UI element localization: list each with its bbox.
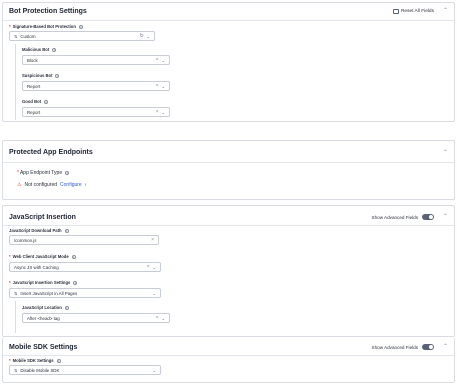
info-icon[interactable]: i xyxy=(55,73,60,78)
advanced-fields-toggle-row: Show Advanced Fields xyxy=(372,214,434,220)
web-mode-label: * Web Client JavaScript Mode i xyxy=(9,254,76,259)
info-icon[interactable]: i xyxy=(64,228,69,233)
info-icon[interactable]: i xyxy=(56,358,61,363)
chevron-down-icon[interactable]: ⌄ xyxy=(162,84,165,89)
advanced-fields-label: Show Advanced Fields xyxy=(371,214,418,220)
info-icon[interactable]: i xyxy=(78,24,83,29)
reset-all-fields-button[interactable]: Reset All Fields xyxy=(392,9,434,14)
signature-label: * Signature-Based Bot Protection i xyxy=(9,24,83,29)
group-line xyxy=(15,301,16,333)
bot-protection-title: Bot Protection Settings xyxy=(9,8,87,15)
configure-link[interactable]: Configure xyxy=(60,182,82,188)
mobile-sdk-settings-label: * Mobile SDK Settings i xyxy=(9,358,61,363)
divider xyxy=(3,225,454,226)
js-location-select[interactable]: After <head> tag × ⌄ xyxy=(22,313,170,323)
warning-icon: ⚠ xyxy=(17,182,22,188)
good-label: Good Bot i xyxy=(22,99,49,104)
suspicious-label: Suspicious Bot i xyxy=(22,73,60,78)
insertion-settings-select[interactable]: ⇅ Insert JavaScript in All Pages ⌄ xyxy=(9,288,161,298)
clear-icon[interactable]: × xyxy=(156,83,159,89)
download-path-value: /common.js xyxy=(14,237,37,243)
mobile-sdk-panel: Mobile SDK Settings Show Advanced Fields… xyxy=(2,338,455,383)
chevron-down-icon[interactable]: ⌄ xyxy=(153,265,156,270)
info-icon[interactable]: i xyxy=(52,47,57,52)
endpoint-type-label: * App Endpoint Type i xyxy=(17,170,70,176)
collapse-icon[interactable]: ⌃ xyxy=(443,149,448,156)
collapse-icon[interactable]: ⌃ xyxy=(443,213,448,220)
endpoints-panel: Protected App Endpoints ⌃ * App Endpoint … xyxy=(2,140,455,200)
info-icon[interactable]: i xyxy=(71,254,76,259)
web-mode-select[interactable]: Async JS with Caching × ⌄ xyxy=(9,262,161,272)
insertion-settings-value: Insert JavaScript in All Pages xyxy=(20,290,78,296)
chevron-down-icon[interactable]: ⌄ xyxy=(162,58,165,63)
mobile-sdk-title: Mobile SDK Settings xyxy=(9,344,78,351)
advanced-fields-label: Show Advanced Fields xyxy=(371,344,418,350)
signature-value: Custom xyxy=(20,33,36,39)
advanced-fields-toggle-row: Show Advanced Fields xyxy=(372,344,434,350)
info-icon[interactable]: i xyxy=(44,99,49,104)
collapse-icon[interactable]: ⌃ xyxy=(443,343,448,350)
info-icon[interactable]: i xyxy=(65,171,70,175)
endpoint-status: Not configured xyxy=(24,182,58,188)
endpoint-status-row: ⚠ Not configured Configure › xyxy=(17,182,86,188)
mobile-sdk-value: Disable Mobile SDK xyxy=(20,367,60,373)
sort-icon: ⇅ xyxy=(14,33,18,39)
mobile-sdk-select[interactable]: ⇅ Disable Mobile SDK ⌄ xyxy=(9,365,161,375)
chevron-down-icon[interactable]: ⌄ xyxy=(162,110,165,115)
js-insertion-title: JavaScript Insertion xyxy=(9,214,76,221)
js-location-value: After <head> tag xyxy=(27,315,60,321)
malicious-label: Malicious Bot i xyxy=(22,47,57,52)
malicious-value: Block xyxy=(27,57,38,63)
suspicious-select[interactable]: Report × ⌄ xyxy=(22,81,170,91)
divider xyxy=(3,162,454,163)
group-line xyxy=(15,44,16,120)
reset-all-fields-label: Reset All Fields xyxy=(400,9,434,14)
info-icon[interactable]: i xyxy=(64,305,69,310)
advanced-fields-toggle[interactable] xyxy=(422,344,434,350)
sort-icon: ⇅ xyxy=(14,290,18,296)
advanced-fields-toggle[interactable] xyxy=(422,214,434,220)
signature-select[interactable]: ⇅ Custom ↻ ⌄ xyxy=(9,31,155,41)
bot-protection-panel: Bot Protection Settings Reset All Fields… xyxy=(2,2,455,122)
clear-icon[interactable]: × xyxy=(156,57,159,63)
chevron-down-icon[interactable]: ⌄ xyxy=(153,291,156,296)
js-insertion-panel: JavaScript Insertion Show Advanced Field… xyxy=(2,205,455,337)
clear-icon[interactable]: × xyxy=(147,264,150,270)
reset-icon xyxy=(392,9,399,14)
download-path-label: JavaScript Download Path i xyxy=(9,228,69,233)
malicious-select[interactable]: Block × ⌄ xyxy=(22,55,170,65)
download-path-input[interactable]: /common.js × xyxy=(9,235,159,245)
good-select[interactable]: Report × ⌄ xyxy=(22,107,170,117)
clear-icon[interactable]: × xyxy=(151,237,154,243)
refresh-icon[interactable]: ↻ xyxy=(139,33,143,39)
divider xyxy=(3,355,454,356)
web-mode-value: Async JS with Caching xyxy=(14,264,59,270)
suspicious-value: Report xyxy=(27,83,41,89)
chevron-right-icon[interactable]: › xyxy=(85,182,87,188)
chevron-down-icon[interactable]: ⌄ xyxy=(147,34,150,39)
insertion-settings-label: * JavaScript Insertion Settings i xyxy=(9,280,78,285)
collapse-icon[interactable]: ⌃ xyxy=(443,7,448,14)
clear-icon[interactable]: × xyxy=(156,315,159,321)
chevron-down-icon[interactable]: ⌄ xyxy=(153,368,156,373)
sort-icon: ⇅ xyxy=(14,367,18,373)
chevron-down-icon[interactable]: ⌄ xyxy=(162,316,165,321)
divider xyxy=(3,20,454,21)
good-value: Report xyxy=(27,109,41,115)
clear-icon[interactable]: × xyxy=(156,109,159,115)
js-location-label: JavaScript Location i xyxy=(22,305,69,310)
endpoints-title: Protected App Endpoints xyxy=(9,149,93,156)
info-icon[interactable]: i xyxy=(73,280,78,285)
